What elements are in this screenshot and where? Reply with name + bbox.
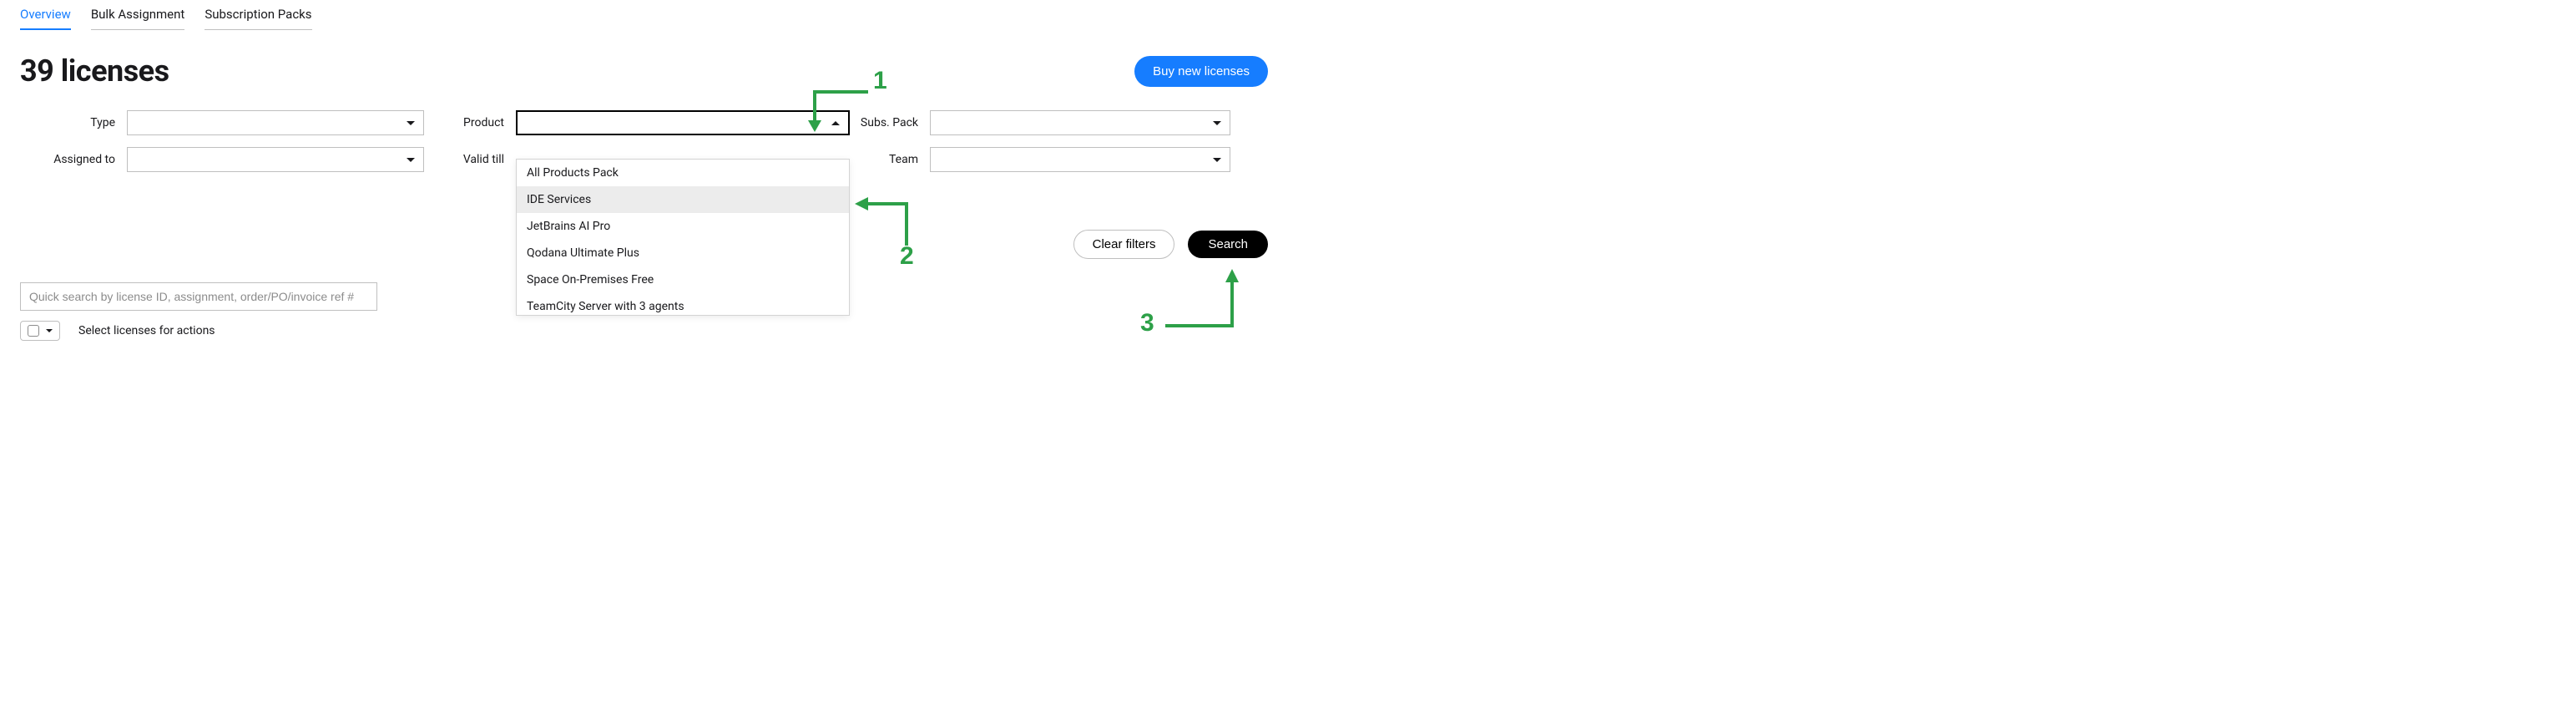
label-type: Type <box>20 116 127 129</box>
buy-new-licenses-button[interactable]: Buy new licenses <box>1134 56 1268 87</box>
select-assigned-to[interactable] <box>127 147 424 172</box>
product-option[interactable]: JetBrains AI Pro <box>517 213 849 240</box>
caret-down-icon <box>1213 158 1221 162</box>
checkbox-icon <box>28 325 39 337</box>
clear-filters-button[interactable]: Clear filters <box>1073 230 1175 259</box>
select-product[interactable] <box>516 110 850 135</box>
bulk-select-label: Select licenses for actions <box>78 324 215 337</box>
product-dropdown[interactable]: All Products Pack IDE Services JetBrains… <box>516 159 850 316</box>
label-assigned-to: Assigned to <box>20 153 127 166</box>
search-button[interactable]: Search <box>1188 231 1268 258</box>
caret-down-icon <box>407 121 415 125</box>
label-team: Team <box>850 153 930 166</box>
filter-actions: Clear filters Search <box>1073 230 1268 259</box>
product-option[interactable]: Space On-Premises Free <box>517 266 849 293</box>
bulk-select-toggle[interactable] <box>20 321 60 341</box>
select-type[interactable] <box>127 110 424 135</box>
label-valid-till: Valid till <box>424 153 516 166</box>
caret-down-icon <box>407 158 415 162</box>
annotation-arrow-2 <box>846 195 922 254</box>
caret-down-icon <box>46 329 53 332</box>
annotation-arrow-3 <box>1159 259 1250 334</box>
annotation-arrow-1 <box>801 84 876 142</box>
label-product: Product <box>424 116 516 129</box>
product-option[interactable]: Qodana Ultimate Plus <box>517 240 849 266</box>
select-team[interactable] <box>930 147 1230 172</box>
page-title: 39 licenses <box>20 53 169 89</box>
tab-overview[interactable]: Overview <box>20 7 71 30</box>
heading-row: 39 licenses Buy new licenses <box>20 53 1268 89</box>
tab-subscription-packs[interactable]: Subscription Packs <box>205 7 311 30</box>
annotation-number-3: 3 <box>1140 309 1154 337</box>
quick-search-input[interactable] <box>20 282 377 311</box>
tab-bulk-assignment[interactable]: Bulk Assignment <box>91 7 185 30</box>
product-option[interactable]: TeamCity Server with 3 agents <box>517 293 849 316</box>
select-subs-pack[interactable] <box>930 110 1230 135</box>
caret-down-icon <box>1213 121 1221 125</box>
bulk-select-row: Select licenses for actions <box>20 321 215 341</box>
product-option[interactable]: All Products Pack <box>517 160 849 186</box>
product-option[interactable]: IDE Services <box>517 186 849 213</box>
tabs-bar: Overview Bulk Assignment Subscription Pa… <box>20 7 1268 30</box>
